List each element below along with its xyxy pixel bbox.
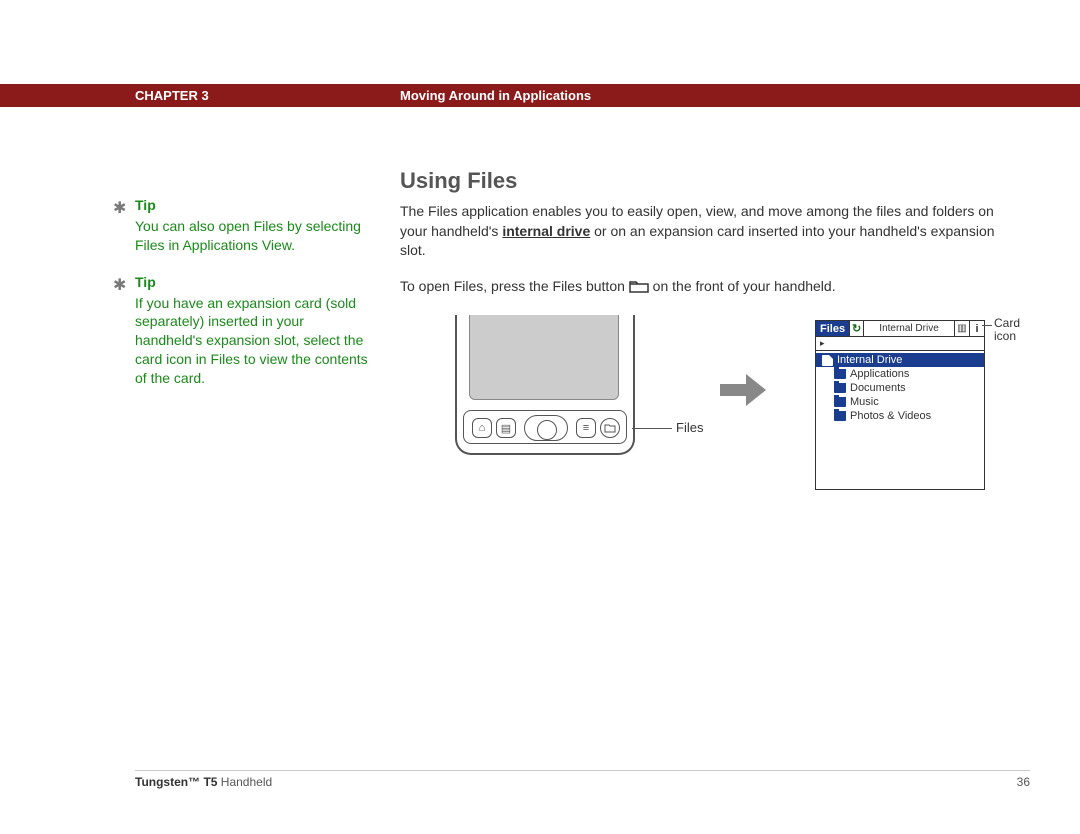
refresh-icon: ↻ [850,321,864,336]
folder-icon [834,397,846,407]
files-app-window: Files ↻ Internal Drive ▥ i ▸ Internal Dr… [815,320,985,490]
navigator-icon [524,415,568,441]
folder-icon [834,411,846,421]
chapter-number: CHAPTER 3 [135,88,400,103]
drive-selector[interactable]: Internal Drive [864,323,954,334]
list-item[interactable]: Applications [816,367,984,381]
text: To open Files, press the Files button [400,278,629,294]
folder-icon [629,279,649,300]
list-item[interactable]: Documents [816,381,984,395]
files-title: Files [816,321,850,336]
item-label: Photos & Videos [850,410,931,422]
calendar-button-icon: ▤ [496,418,516,438]
info-icon[interactable]: i [969,321,984,336]
tip-heading: ✱ Tip [115,196,370,215]
tip-heading: ✱ Tip [115,273,370,292]
item-label: Music [850,396,879,408]
tip-label: Tip [135,197,156,213]
paragraph: The Files application enables you to eas… [400,202,1020,261]
tip-body: If you have an expansion card (sold sepa… [115,294,370,388]
files-button-icon [600,418,620,438]
text: on the front of your handheld. [649,278,836,294]
tip-label: Tip [135,274,156,290]
list-item[interactable]: Internal Drive [816,353,984,367]
product-bold: Tungsten™ T5 [135,775,217,789]
item-label: Internal Drive [837,354,902,366]
list-item[interactable]: Music [816,395,984,409]
card-icon-label: Card icon [994,317,1040,343]
home-button-icon: ⌂ [472,418,492,438]
page-footer: Tungsten™ T5 Handheld 36 [135,770,1030,789]
files-button-label: Files [676,420,703,435]
tip-block: ✱ Tip If you have an expansion card (sol… [115,273,370,388]
drive-icon [822,355,833,366]
files-list: Internal Drive Applications Documents Mu… [816,351,984,425]
page-number: 36 [1017,775,1030,789]
arrow-right-icon [718,370,768,410]
figure: ⌂ ▤ ≡ Files Files ↻ Internal Drive ▥ i ▸ [400,315,1040,515]
item-label: Applications [850,368,909,380]
contacts-button-icon: ≡ [576,418,596,438]
main-content: Using Files The Files application enable… [400,168,1020,315]
asterisk-icon: ✱ [113,275,126,297]
folder-icon [834,383,846,393]
files-titlebar: Files ↻ Internal Drive ▥ i [816,321,984,337]
tip-block: ✱ Tip You can also open Files by selecti… [115,196,370,255]
product-rest: Handheld [217,775,272,789]
leader-line [632,428,672,429]
handheld-illustration: ⌂ ▤ ≡ [420,315,640,455]
tip-body: You can also open Files by selecting Fil… [115,217,370,255]
sidebar-tips: ✱ Tip You can also open Files by selecti… [115,196,370,406]
page-title: Using Files [400,168,1020,194]
leader-line [982,325,992,326]
paragraph: To open Files, press the Files button on… [400,277,1020,300]
card-icon[interactable]: ▥ [954,321,969,336]
chapter-header: CHAPTER 3 Moving Around in Applications [0,84,1080,107]
internal-drive-link[interactable]: internal drive [502,223,590,239]
asterisk-icon: ✱ [113,198,126,220]
product-name: Tungsten™ T5 Handheld [135,775,272,789]
path-bar: ▸ [816,337,984,351]
list-item[interactable]: Photos & Videos [816,409,984,423]
chapter-title: Moving Around in Applications [400,88,591,103]
folder-icon [834,369,846,379]
chevron-right-icon: ▸ [820,338,825,349]
item-label: Documents [850,382,906,394]
